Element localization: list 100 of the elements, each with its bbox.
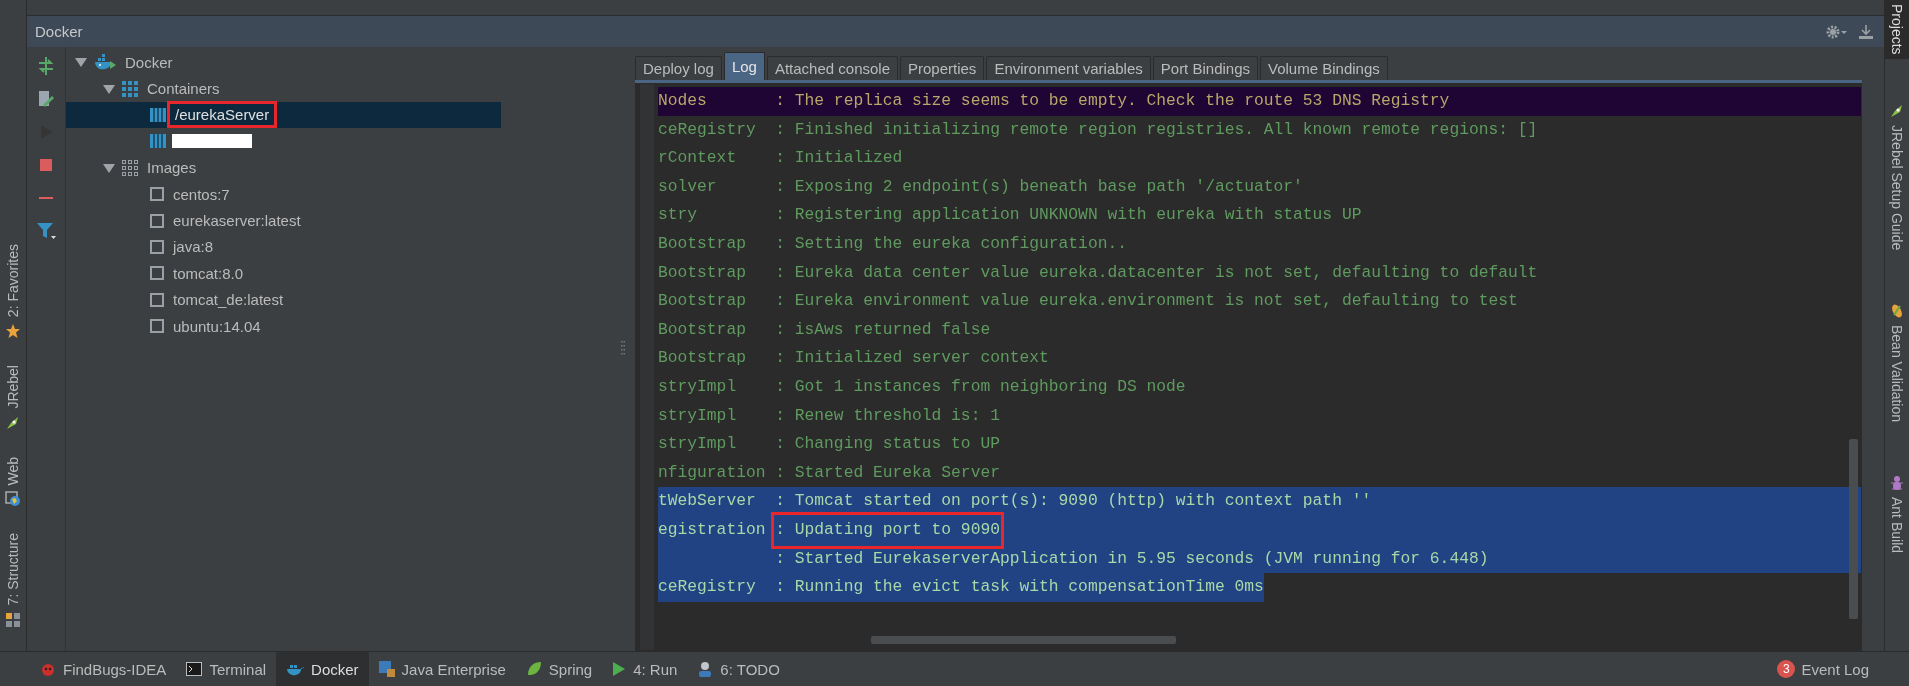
tool-window-button[interactable]: Web	[1, 452, 25, 512]
module-icon	[378, 661, 395, 677]
tree-item[interactable]: /eurekaServer	[66, 101, 501, 129]
rocket-icon	[1889, 102, 1905, 119]
tab[interactable]: Volume Bindings	[1260, 56, 1388, 80]
log-message: : Started Eureka Server	[775, 461, 1000, 484]
whale-icon	[94, 53, 116, 72]
scrollbar-thumb[interactable]	[871, 636, 1176, 644]
terminal-icon	[186, 662, 203, 676]
grid-icon	[122, 159, 138, 176]
whale-icon	[286, 662, 305, 676]
tool-window-tab[interactable]: Java Enterprise	[368, 652, 516, 686]
tool-window-button[interactable]: Ant Build	[1885, 470, 1909, 557]
scrollbar-thumb[interactable]	[1849, 439, 1858, 619]
log-source: Bootstrap	[658, 291, 746, 311]
log-source: rContext	[658, 148, 737, 168]
tool-window-tab[interactable]: Terminal	[176, 652, 277, 686]
tool-window-tab[interactable]: FindBugs-IDEA	[30, 652, 177, 686]
tool-window-button[interactable]: Bean Validation	[1885, 298, 1909, 426]
log-source: Bootstrap	[658, 233, 746, 253]
tab[interactable]: Environment variables	[986, 56, 1151, 80]
log-message: : Got 1 instances from neighboring DS node	[775, 375, 1186, 398]
log-message: : Eureka data center value eureka.datacenter is not set, defaulting to default	[775, 261, 1538, 284]
tab[interactable]: Properties	[900, 56, 985, 80]
log-message: : isAws returned false	[775, 318, 991, 341]
log-source: solver	[658, 176, 717, 196]
container-icon	[150, 106, 166, 123]
tab[interactable]: Port Bindings	[1152, 56, 1258, 80]
filter-icon[interactable]	[36, 221, 56, 241]
log-message: : Exposing 2 endpoint(s) beneath base path '/actuator'	[775, 175, 1303, 198]
tree-item[interactable]: java:8	[66, 233, 611, 261]
log-source: stryImpl	[658, 376, 737, 396]
count-badge: 3	[1777, 660, 1796, 678]
log-source: stryImpl	[658, 434, 737, 454]
deploy-icon[interactable]	[36, 56, 56, 76]
settings-icon[interactable]	[1826, 23, 1848, 40]
globe-icon	[5, 491, 21, 508]
container-icon	[150, 133, 166, 150]
edit-icon[interactable]	[36, 89, 56, 109]
square-icon	[150, 266, 164, 281]
rocket-icon	[5, 414, 21, 431]
log-source: Bootstrap	[658, 262, 746, 282]
leaf-icon	[525, 661, 542, 677]
square-icon	[150, 239, 164, 254]
log-source: Nodes	[658, 91, 707, 110]
bean-icon	[1890, 302, 1904, 319]
tree-item[interactable]: ubuntu:14.04	[66, 312, 611, 340]
log-message: : Eureka environment value eureka.environment is not set, defaulting to test	[775, 290, 1518, 313]
star-icon	[5, 323, 21, 340]
tool-window-button[interactable]: JRebel Setup Guide	[1885, 98, 1909, 254]
tree-item[interactable]: centos:7	[66, 180, 611, 208]
log-message: : Initialized server context	[775, 347, 1049, 370]
log-source: Bootstrap	[658, 319, 746, 339]
log-source: Bootstrap	[658, 348, 746, 368]
log-source: stry	[658, 205, 698, 225]
square-icon	[150, 213, 164, 228]
log-message: : Tomcat started on port(s): 9090 (http) with context path ''	[775, 490, 1372, 513]
tree-item[interactable]: tomcat_de:latest	[66, 286, 611, 313]
tree-item[interactable]: Docker	[66, 49, 611, 76]
log-message: : Renew threshold is: 1	[775, 404, 1000, 427]
tool-window-tab[interactable]: Docker	[276, 652, 369, 686]
hide-panel-icon[interactable]	[1858, 23, 1874, 40]
tree-item[interactable]: Images	[66, 154, 611, 181]
play-icon	[612, 661, 627, 677]
log-message: : Started EurekaserverApplication in 5.95 seconds (JVM running for 6.448)	[775, 547, 1489, 570]
square-icon	[150, 319, 164, 334]
square-icon	[150, 187, 164, 202]
ant-icon	[1890, 474, 1904, 491]
log-source: nfiguration	[658, 462, 766, 482]
tab[interactable]: Log	[723, 52, 765, 80]
tool-window-button[interactable]: Projects	[1885, 0, 1909, 59]
log-source: egistration	[658, 519, 766, 539]
bug-icon	[40, 661, 56, 677]
log-message: : Setting the eureka configuration..	[775, 232, 1127, 255]
tab[interactable]: Deploy log	[635, 56, 722, 80]
tool-window-tab[interactable]: Spring	[515, 652, 603, 686]
tree-item[interactable]: eurekaserver:latest	[66, 207, 611, 234]
tool-window-tab[interactable]: 4: Run	[602, 652, 688, 686]
tree-item[interactable]: tomcat:8.0	[66, 260, 611, 287]
grid-icon	[122, 80, 138, 97]
tool-window-button[interactable]: JRebel	[1, 361, 25, 435]
log-message: : Changing status to UP	[775, 433, 1000, 456]
tool-window-button[interactable]: 2: Favorites	[1, 240, 25, 344]
person-icon	[697, 661, 714, 677]
event-log-button[interactable]: Event Log	[1801, 660, 1869, 678]
log-message: : Initialized	[775, 147, 903, 170]
tree-item[interactable]: Containers	[66, 75, 611, 102]
structure-icon	[5, 611, 21, 628]
log-source: ceRegistry	[658, 577, 756, 597]
log-message: : Finished initializing remote region registries. All known remote regions: []	[775, 118, 1538, 141]
log-source: tWebServer	[658, 491, 756, 511]
panel-title: Docker	[35, 23, 84, 40]
log-message: : Running the evict task with compensationTime 0ms	[775, 576, 1264, 599]
log-source: ceRegistry	[658, 119, 756, 139]
tool-window-tab[interactable]: 6: TODO	[687, 652, 790, 686]
tab[interactable]: Attached console	[766, 56, 898, 80]
log-message: : Registering application UNKNOWN with eureka with status UP	[775, 204, 1362, 227]
tool-window-button[interactable]: 7: Structure	[1, 529, 25, 632]
square-icon	[150, 292, 164, 307]
log-source: stryImpl	[658, 405, 737, 425]
